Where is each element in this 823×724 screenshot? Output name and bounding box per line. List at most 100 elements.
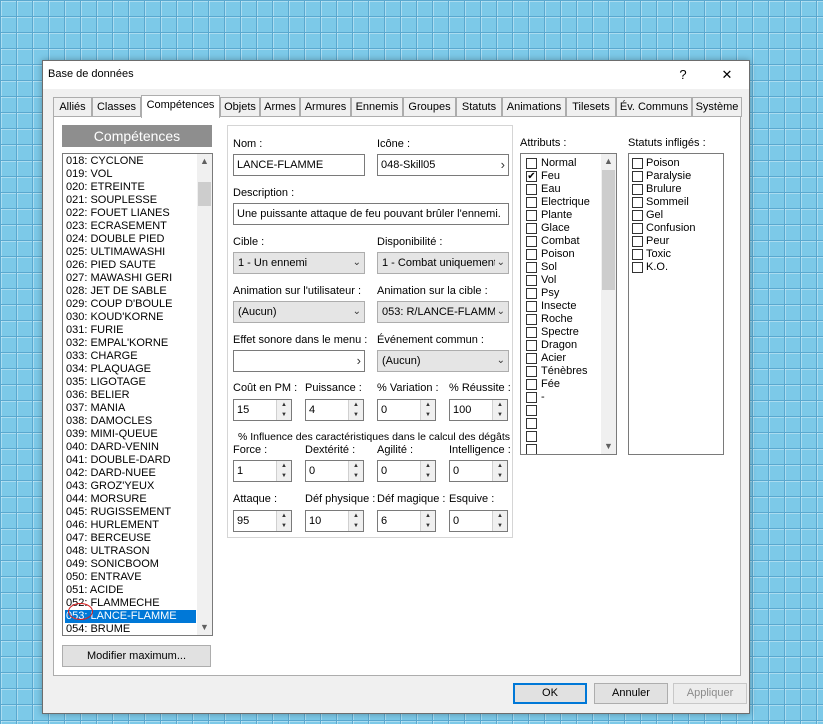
attribute-checkbox[interactable] [526,431,537,442]
cancel-button[interactable]: Annuler [594,683,668,704]
skill-list-item[interactable]: 050: ENTRAVE [65,571,196,584]
states-list[interactable]: Poison Paralysie Brulure Sommeil Gel Confusio… [628,153,724,455]
spin-down-icon[interactable]: ▼ [420,471,435,481]
skill-list-item[interactable]: 029: COUP D'BOULE [65,298,196,311]
scroll-down-icon[interactable]: ▼ [197,620,212,635]
common-event-select[interactable]: (Aucun) ⌄ [377,350,509,372]
state-checkbox[interactable] [632,197,643,208]
skill-list-item[interactable]: 036: BELIER [65,389,196,402]
name-input[interactable]: LANCE-FLAMME [233,154,365,176]
pdef-spin[interactable]: 10 ▲ ▼ [305,510,364,532]
state-checkbox[interactable] [632,171,643,182]
spin-up-icon[interactable]: ▲ [492,461,507,471]
state-checkbox[interactable] [632,158,643,169]
spin-up-icon[interactable]: ▲ [420,461,435,471]
state-checkbox[interactable] [632,249,643,260]
attribute-checkbox[interactable] [526,301,537,312]
skill-list-item[interactable]: 034: PLAQUAGE [65,363,196,376]
spin-down-icon[interactable]: ▼ [276,410,291,420]
attribute-checkbox[interactable] [526,184,537,195]
spin-up-icon[interactable]: ▲ [348,461,363,471]
state-checkbox[interactable] [632,236,643,247]
ok-button[interactable]: OK [513,683,587,704]
attribute-checkbox[interactable] [526,327,537,338]
skill-list-item[interactable]: 031: FURIE [65,324,196,337]
state-checkbox[interactable] [632,262,643,273]
spin-up-icon[interactable]: ▲ [276,511,291,521]
spin-up-icon[interactable]: ▲ [348,511,363,521]
spin-down-icon[interactable]: ▼ [348,521,363,531]
skill-list-item[interactable]: 021: SOUPLESSE [65,194,196,207]
power-spin[interactable]: 4 ▲ ▼ [305,399,364,421]
scroll-up-icon[interactable]: ▲ [197,154,212,169]
skill-list-item[interactable]: 047: BERCEUSE [65,532,196,545]
skill-list-item[interactable]: 042: DARD-NUEE [65,467,196,480]
skill-list-item[interactable]: 030: KOUD'KORNE [65,311,196,324]
attribute-checkbox[interactable] [526,418,537,429]
spin-up-icon[interactable]: ▲ [492,511,507,521]
skills-list[interactable]: 018: CYCLONE 019: VOL 020: ETREINTE 021: SO… [62,153,213,636]
attribute-checkbox[interactable] [526,236,537,247]
tab-competences[interactable]: Compétences [141,95,220,118]
spin-up-icon[interactable]: ▲ [348,400,363,410]
hit-spin[interactable]: 100 ▲ ▼ [449,399,508,421]
attribute-checkbox[interactable] [526,249,537,260]
skill-list-item[interactable]: 032: EMPAL'KORNE [65,337,196,350]
agi-spin[interactable]: 0 ▲ ▼ [377,460,436,482]
str-spin[interactable]: 1 ▲ ▼ [233,460,292,482]
attribute-checkbox[interactable] [526,210,537,221]
availability-select[interactable]: 1 - Combat uniquement ⌄ [377,252,509,274]
attribute-checkbox[interactable] [526,392,537,403]
dex-spin[interactable]: 0 ▲ ▼ [305,460,364,482]
attribute-checkbox[interactable] [526,405,537,416]
tab-animations[interactable]: Animations [502,97,566,117]
attribute-checkbox[interactable] [526,444,537,454]
tab-armures[interactable]: Armures [300,97,351,117]
spin-down-icon[interactable]: ▼ [492,410,507,420]
skill-list-item[interactable]: 043: GROZ'YEUX [65,480,196,493]
int-spin[interactable]: 0 ▲ ▼ [449,460,508,482]
skill-list-item[interactable]: 033: CHARGE [65,350,196,363]
skill-list-item[interactable]: 037: MANIA [65,402,196,415]
attribute-checkbox[interactable]: ✔ [526,171,537,182]
attribute-checkbox[interactable] [526,340,537,351]
description-input[interactable]: Une puissante attaque de feu pouvant brû… [233,203,509,225]
menu-sound-field[interactable]: › [233,350,365,372]
scroll-down-icon[interactable]: ▼ [601,439,616,454]
attribute-checkbox[interactable] [526,366,537,377]
tab-allies[interactable]: Alliés [53,97,92,117]
help-button[interactable]: ? [661,61,705,89]
spin-down-icon[interactable]: ▼ [348,410,363,420]
skill-list-item[interactable]: 027: MAWASHI GERI [65,272,196,285]
skill-list-item[interactable]: 039: MIMI-QUEUE [65,428,196,441]
attribute-checkbox[interactable] [526,353,537,364]
spin-down-icon[interactable]: ▼ [420,521,435,531]
skill-list-item[interactable]: 046: HURLEMENT [65,519,196,532]
arrow-right-icon[interactable]: › [501,155,505,175]
spin-up-icon[interactable]: ▲ [492,400,507,410]
tab-tilesets[interactable]: Tilesets [566,97,616,117]
attribute-checkbox[interactable] [526,379,537,390]
attribute-checkbox[interactable] [526,158,537,169]
skill-list-item[interactable]: 038: DAMOCLES [65,415,196,428]
skill-list-item[interactable]: 051: ACIDE [65,584,196,597]
state-checkbox[interactable] [632,184,643,195]
icon-field[interactable]: 048-Skill05 › [377,154,509,176]
target-animation-select[interactable]: 053: R/LANCE-FLAMME ⌄ [377,301,509,323]
apply-button[interactable]: Appliquer [673,683,747,704]
skill-list-item[interactable]: 045: RUGISSEMENT [65,506,196,519]
tab-groupes[interactable]: Groupes [403,97,456,117]
skill-list-item[interactable]: 019: VOL [65,168,196,181]
spin-up-icon[interactable]: ▲ [276,461,291,471]
arrow-right-icon[interactable]: › [357,351,361,371]
attribute-checkbox[interactable] [526,314,537,325]
attribute-checkbox[interactable] [526,288,537,299]
close-button[interactable]: ✕ [705,61,749,89]
skill-list-item[interactable]: 044: MORSURE [65,493,196,506]
skill-list-item[interactable]: 024: DOUBLE PIED [65,233,196,246]
tab-statuts[interactable]: Statuts [456,97,502,117]
spin-down-icon[interactable]: ▼ [492,471,507,481]
state-checkbox[interactable] [632,223,643,234]
spin-up-icon[interactable]: ▲ [276,400,291,410]
attributes-scrollbar[interactable]: ▲ ▼ [601,154,616,454]
